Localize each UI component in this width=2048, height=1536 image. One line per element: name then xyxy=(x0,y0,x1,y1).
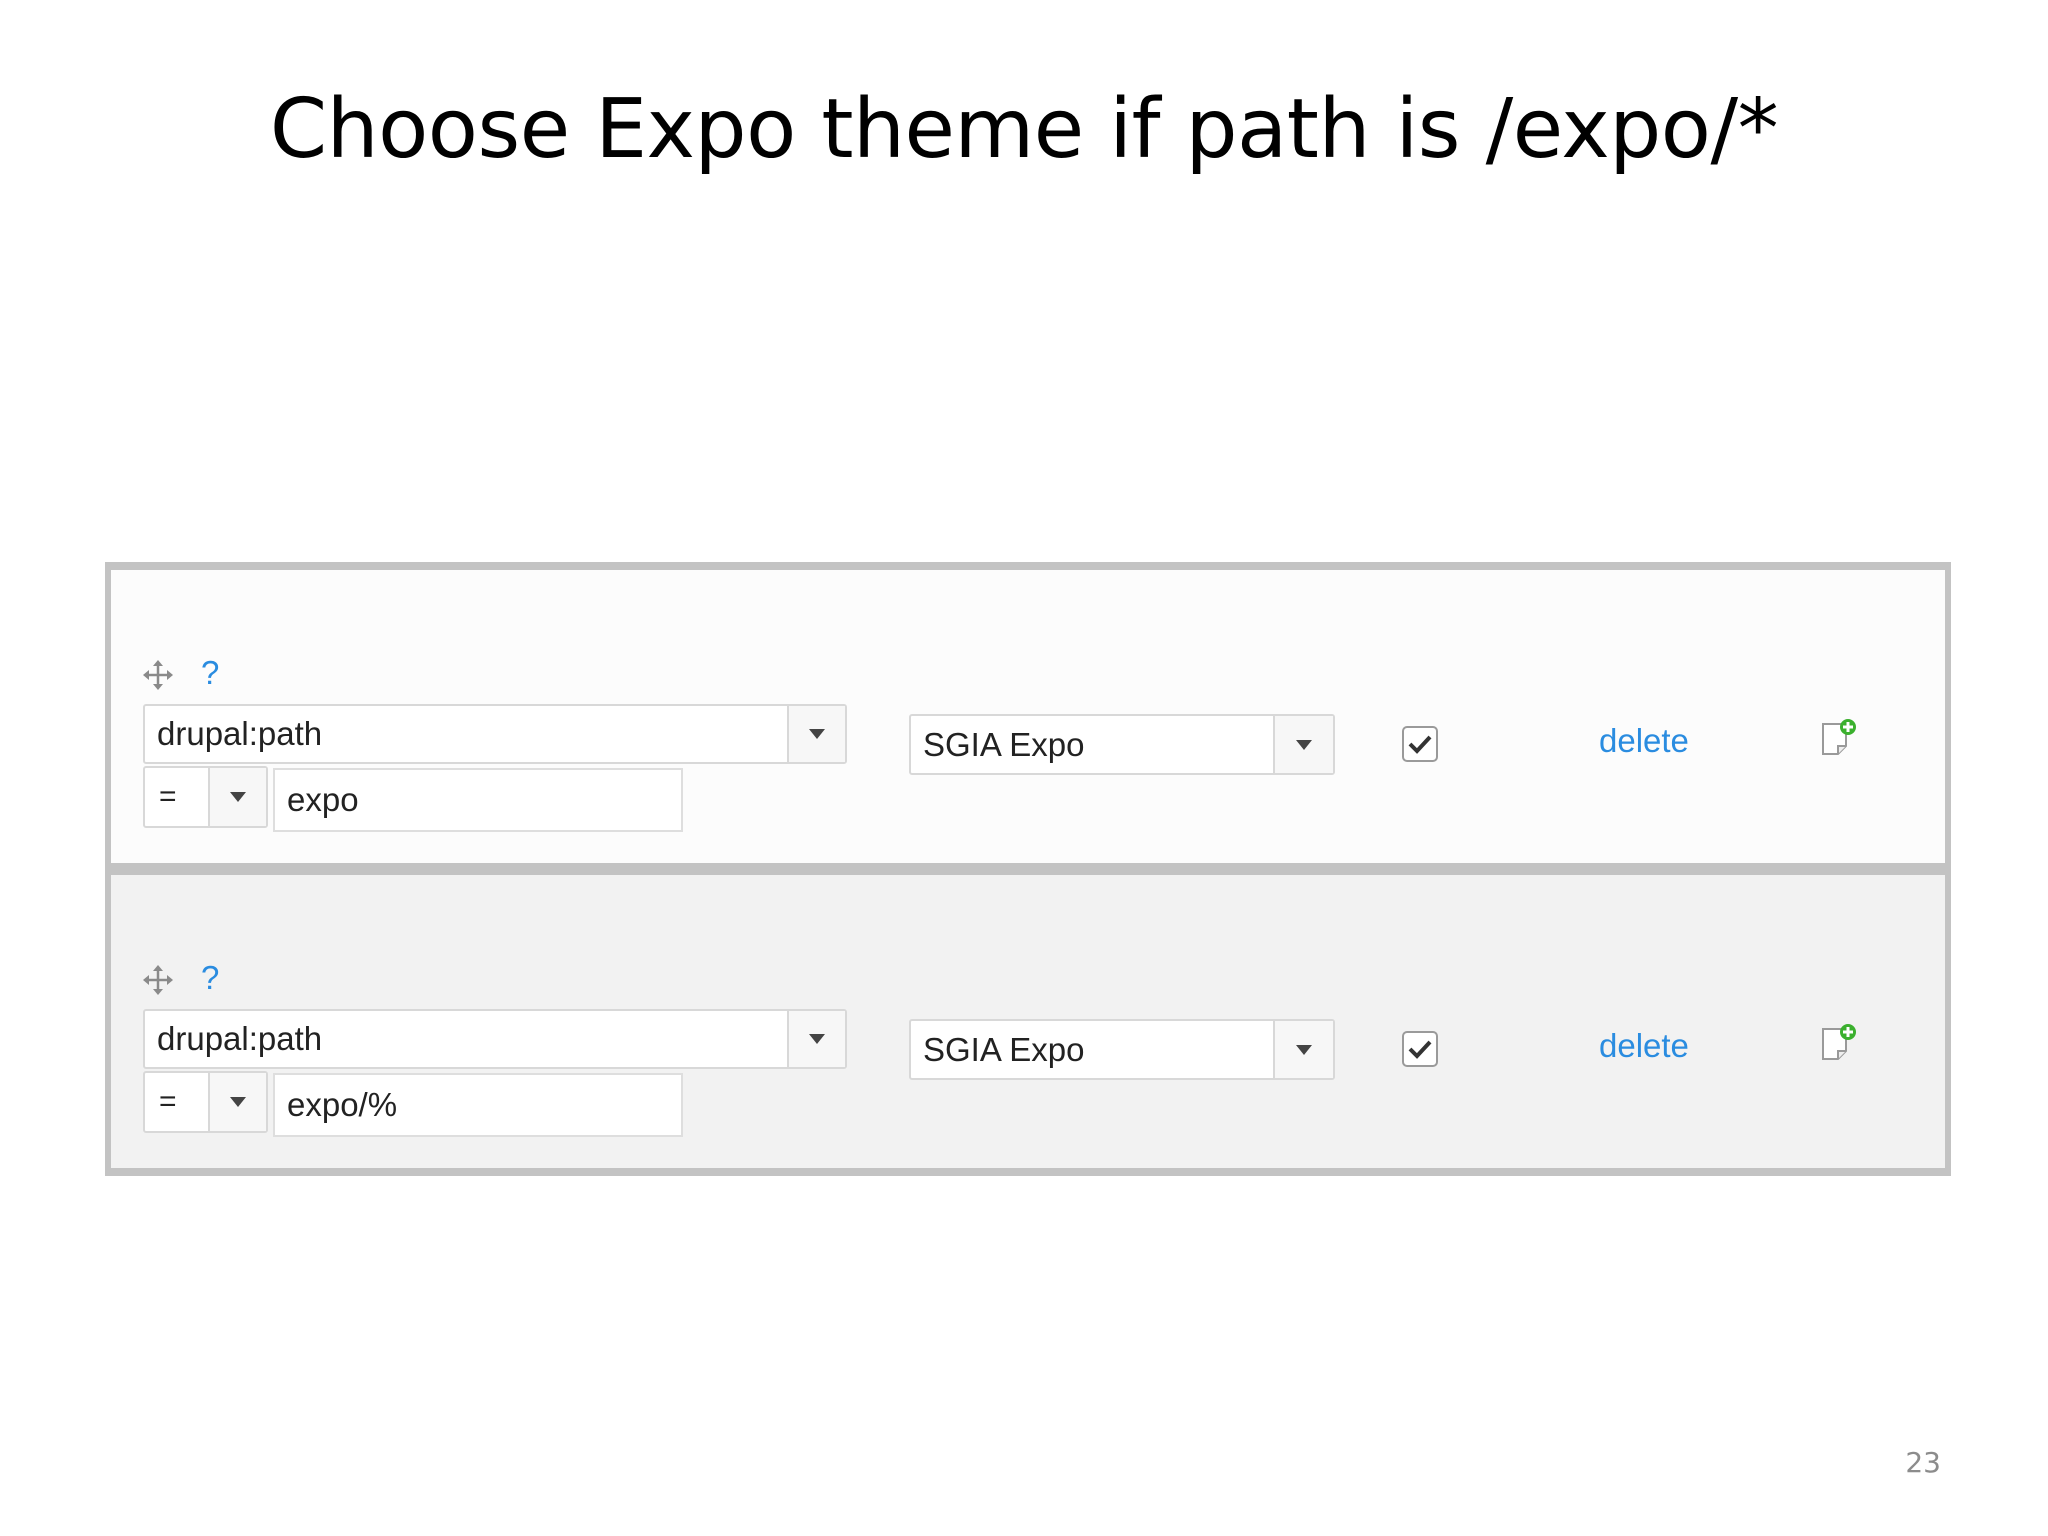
add-note-icon[interactable] xyxy=(1820,1023,1858,1063)
page-number: 23 xyxy=(1905,1446,1941,1479)
drag-handle-icon[interactable] xyxy=(143,660,173,690)
operator-select[interactable]: = xyxy=(143,1071,268,1133)
rule-row: ? drupal:path = expo SGIA Expo delete xyxy=(111,570,1945,863)
checkmark-icon xyxy=(1408,1040,1432,1059)
condition-select[interactable]: drupal:path xyxy=(143,1009,847,1069)
condition-select-value: drupal:path xyxy=(157,1020,323,1057)
rules-table: ? drupal:path = expo SGIA Expo delete ? … xyxy=(105,562,1951,1176)
operator-select-value: = xyxy=(159,780,177,813)
chevron-down-icon[interactable] xyxy=(787,706,845,762)
drag-handle-icon[interactable] xyxy=(143,965,173,995)
add-note-icon[interactable] xyxy=(1820,718,1858,758)
delete-link[interactable]: delete xyxy=(1599,722,1689,760)
chevron-down-icon[interactable] xyxy=(787,1011,845,1067)
chevron-down-icon[interactable] xyxy=(208,1073,266,1131)
checkmark-icon xyxy=(1408,735,1432,754)
slide-title: Choose Expo theme if path is /expo/* xyxy=(269,82,1779,177)
theme-select-value: SGIA Expo xyxy=(923,1030,1085,1068)
operator-select[interactable]: = xyxy=(143,766,268,828)
condition-select-value: drupal:path xyxy=(157,715,323,752)
theme-select-value: SGIA Expo xyxy=(923,725,1085,763)
theme-select[interactable]: SGIA Expo xyxy=(909,1019,1335,1080)
chevron-down-icon[interactable] xyxy=(1273,1021,1333,1078)
delete-link[interactable]: delete xyxy=(1599,1027,1689,1065)
chevron-down-icon[interactable] xyxy=(208,768,266,826)
operator-select-value: = xyxy=(159,1085,177,1118)
chevron-down-icon[interactable] xyxy=(1273,716,1333,773)
help-link[interactable]: ? xyxy=(201,654,219,692)
rule-row: ? drupal:path = expo/% SGIA Expo delete xyxy=(111,875,1945,1168)
condition-select[interactable]: drupal:path xyxy=(143,704,847,764)
enabled-checkbox[interactable] xyxy=(1402,726,1438,762)
theme-select[interactable]: SGIA Expo xyxy=(909,714,1335,775)
help-link[interactable]: ? xyxy=(201,959,219,997)
condition-value-input[interactable]: expo xyxy=(273,768,683,832)
condition-value-input[interactable]: expo/% xyxy=(273,1073,683,1137)
enabled-checkbox[interactable] xyxy=(1402,1031,1438,1067)
